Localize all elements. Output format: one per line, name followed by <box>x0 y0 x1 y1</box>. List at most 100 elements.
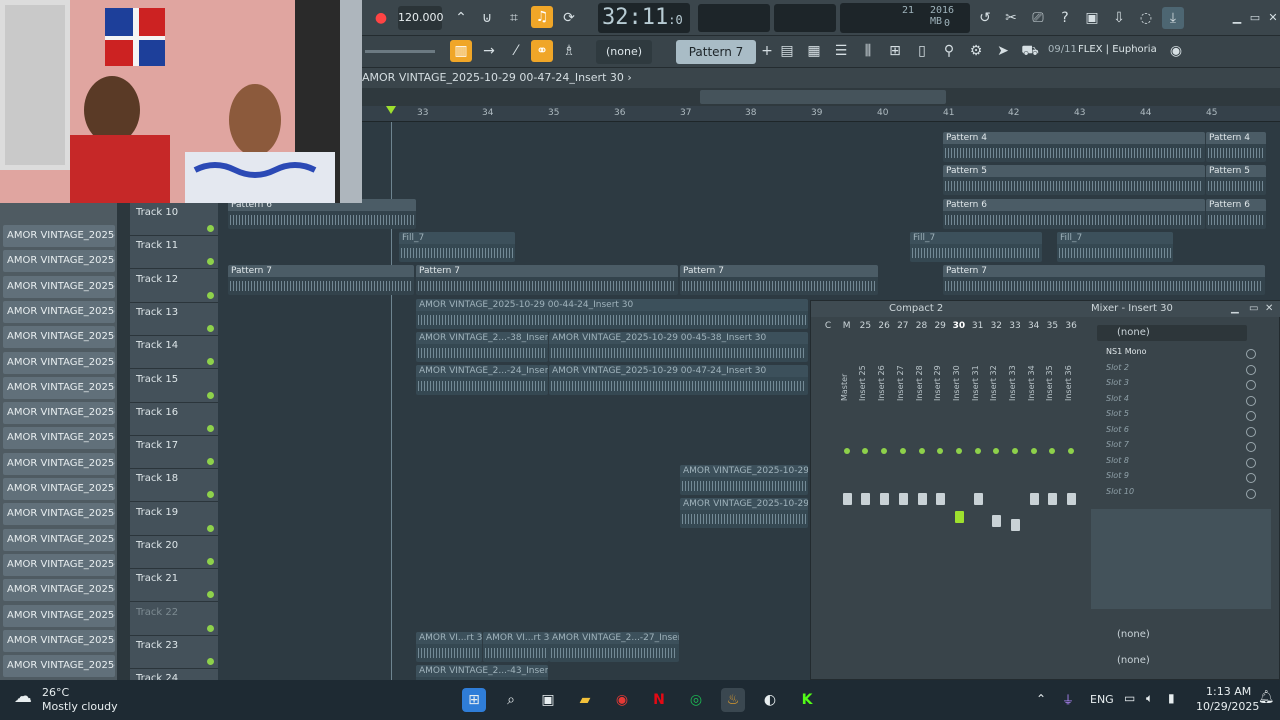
output-select-1[interactable]: (none) <box>1117 629 1150 640</box>
picker-item[interactable]: AMOR VINTAGE_2025-10-... <box>3 503 115 526</box>
mixer-preset[interactable]: (none) <box>1097 325 1247 341</box>
playlist-clip[interactable]: Pattern 6 <box>228 199 416 229</box>
mixer-led[interactable] <box>843 448 850 454</box>
picker-item[interactable]: AMOR VINTAGE_2025-10-... <box>3 655 115 678</box>
tempo-display[interactable]: 120.000 <box>398 6 444 30</box>
track-mute-led[interactable] <box>207 391 214 399</box>
spotify-icon[interactable]: ◎ <box>684 688 708 712</box>
mixer-strip[interactable]: 26 Insert 26 <box>875 321 893 671</box>
picker-item[interactable]: AMOR VINTAGE_2025-10-... <box>3 376 115 399</box>
track-mute-led[interactable] <box>207 624 214 632</box>
picker-item[interactable]: AMOR VINTAGE_2025-10-... <box>3 427 115 450</box>
language-indicator[interactable]: ENG <box>1090 693 1114 706</box>
track-header[interactable]: Track 16 <box>130 403 218 436</box>
picker-item[interactable]: AMOR VINTAGE_2025-10-... <box>3 300 115 323</box>
mixer-fader[interactable] <box>992 515 1002 527</box>
mixer-fader[interactable] <box>880 493 890 505</box>
mixer-fader[interactable] <box>898 493 908 505</box>
track-header[interactable]: Track 23 <box>130 636 218 669</box>
mixer-led[interactable] <box>1068 448 1075 454</box>
mixer-strip[interactable]: C <box>819 321 837 671</box>
playlist-clip[interactable]: Pattern 7 <box>228 265 414 295</box>
tools-icon[interactable]: ⚙ <box>965 40 987 62</box>
shop-icon[interactable]: ⛟ <box>1019 40 1041 62</box>
mixer-fader[interactable] <box>1011 519 1020 531</box>
scroll-thumb[interactable] <box>700 90 946 104</box>
mixer-fader[interactable] <box>936 493 946 505</box>
mixer-slot[interactable]: Slot 10 <box>1100 487 1260 502</box>
track-header[interactable]: Track 11 <box>130 236 218 270</box>
playlist-clip[interactable]: AMOR VI...rt 30 <box>416 632 482 662</box>
track-mute-led[interactable] <box>207 657 214 665</box>
playlist-clip[interactable]: AMOR VINTAGE_2...-24_Insert 30 <box>416 365 548 395</box>
playlist-clip[interactable]: Fill_7 <box>399 232 515 262</box>
loop-record-icon[interactable]: ⟳ <box>558 7 580 29</box>
mic-icon[interactable]: ⎚ <box>1027 7 1049 29</box>
picker-item[interactable]: AMOR VINTAGE_2025-10-... <box>3 225 115 247</box>
track-header[interactable]: Track 15 <box>130 370 218 403</box>
mixer-led[interactable] <box>993 448 1000 454</box>
pattern-select[interactable]: Pattern 7 <box>676 40 756 64</box>
mixer-fader[interactable] <box>861 493 871 505</box>
slot-toggle-icon[interactable] <box>1246 488 1256 499</box>
mixer-slot[interactable]: Slot 5 <box>1100 409 1260 424</box>
picker-item[interactable]: AMOR VINTAGE_2025-10-... <box>3 452 115 475</box>
picker-item[interactable]: AMOR VINTAGE_2025-10-... <box>3 604 115 627</box>
mixer-led[interactable] <box>918 448 925 454</box>
slot-toggle-icon[interactable] <box>1246 457 1256 468</box>
slot-toggle-icon[interactable] <box>1246 364 1256 375</box>
timeline-ruler[interactable]: 33 34 35 36 37 38 39 40 41 42 43 44 45 <box>362 106 1280 122</box>
mixer-slot[interactable]: Slot 9 <box>1100 471 1260 486</box>
slot-toggle-icon[interactable] <box>1246 380 1256 390</box>
mixer-led[interactable] <box>1030 448 1037 454</box>
track-header[interactable]: Track 18 <box>130 469 218 503</box>
playlist-clip[interactable]: AMOR VINTAGE_2025-10-29 00-47-24_Insert … <box>549 365 808 395</box>
task-view-icon[interactable]: ▣ <box>536 688 560 712</box>
track-mute-led[interactable] <box>207 591 214 599</box>
mixer-fader[interactable] <box>973 493 983 505</box>
slot-toggle-icon[interactable] <box>1246 349 1256 359</box>
playlist-clip[interactable]: Pattern 6 <box>1206 199 1266 229</box>
add-pattern-icon[interactable]: + <box>756 40 778 62</box>
track-header[interactable]: Track 14 <box>130 336 218 370</box>
search-icon[interactable]: ⌕ <box>499 688 523 712</box>
fl-studio-icon[interactable]: ♨ <box>721 688 745 712</box>
eq-panel[interactable] <box>1091 509 1271 609</box>
obs-icon[interactable]: ◐ <box>758 688 782 712</box>
playhead-marker-icon[interactable] <box>386 106 396 114</box>
mixer-slot[interactable]: Slot 6 <box>1100 425 1260 440</box>
mixer-strip[interactable]: 25 Insert 25 <box>856 321 874 671</box>
playlist-clip[interactable]: Pattern 7 <box>680 265 878 295</box>
countdown-icon[interactable]: ⌗ <box>503 7 525 29</box>
slot-toggle-icon[interactable] <box>1246 426 1256 437</box>
netflix-icon[interactable]: N <box>647 688 671 712</box>
playlist-clip[interactable]: Fill_7 <box>910 232 1042 262</box>
playlist-clip[interactable]: AMOR VI...rt 30 <box>483 632 549 662</box>
playlist-clip[interactable]: Pattern 4 <box>943 132 1205 162</box>
chat-icon[interactable]: ◌ <box>1135 7 1157 29</box>
track-mute-led[interactable] <box>207 258 214 266</box>
wait-icon[interactable]: ⊍ <box>476 7 498 29</box>
playlist-clip[interactable]: Pattern 7 <box>416 265 678 295</box>
playlist-clip[interactable]: AMOR VINTAGE_2025-10-29 <box>680 498 808 528</box>
output-select-2[interactable]: (none) <box>1117 655 1150 666</box>
mixer-close-icon[interactable]: ✕ <box>1265 301 1273 317</box>
slot-toggle-icon[interactable] <box>1246 395 1256 406</box>
track-header[interactable]: Track 20 <box>130 536 218 569</box>
render-icon[interactable]: ⇩ <box>1108 7 1130 29</box>
arrow-icon[interactable]: → <box>478 40 500 62</box>
picker-item[interactable]: AMOR VINTAGE_2025-10-... <box>3 326 115 349</box>
playlist-clip[interactable]: AMOR VINTAGE_2...-27_Insert 30 <box>549 632 679 662</box>
record-icon[interactable]: ● <box>370 7 392 29</box>
save-icon[interactable]: ▣ <box>1081 7 1103 29</box>
playlist-clip[interactable]: Pattern 5 <box>1206 165 1266 195</box>
weather-icon[interactable]: ☁ <box>14 686 32 707</box>
track-mute-led[interactable] <box>207 558 214 565</box>
picker-item[interactable]: AMOR VINTAGE_2025-10-... <box>3 402 115 425</box>
track-mute-led[interactable] <box>207 324 214 332</box>
picker-item[interactable]: AMOR VINTAGE_2025-10-... <box>3 250 115 273</box>
clock-date[interactable]: 10/29/2025 <box>1196 700 1259 713</box>
close-icon[interactable]: ✕ <box>1262 7 1280 29</box>
playlist-clip[interactable]: AMOR VINTAGE_2...-38_Insert 30 <box>416 332 548 362</box>
clock-time[interactable]: 1:13 AM <box>1206 685 1251 698</box>
